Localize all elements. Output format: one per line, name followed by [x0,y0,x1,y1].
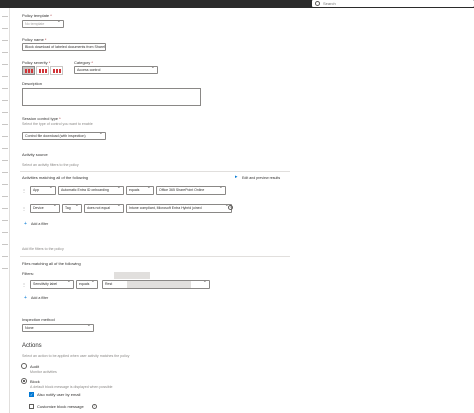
filter-label-field[interactable]: Sensitivity label [30,280,74,289]
session-control-label: Session control type * [22,116,61,121]
rail-tick [2,52,8,53]
severity-bar [41,68,44,73]
severity-bar [52,68,55,73]
block-description: A default block message is displayed whe… [30,385,113,389]
audit-radio[interactable] [21,363,27,369]
drag-handle-icon[interactable]: ⋮ [22,188,26,193]
policy-name-input[interactable]: Block download of labeled documents from… [22,43,106,51]
policy-name-label: Policy name * [22,37,47,42]
block-radio[interactable] [21,378,27,384]
filter-app-operator[interactable]: equals [126,186,154,195]
customize-checkbox[interactable] [29,404,34,409]
severity-bar [30,68,33,73]
block-label: Block [30,379,40,384]
activities-match-label: Activities matching all of the following [22,175,89,180]
rail-tick [2,196,8,197]
description-label: Description [22,81,43,86]
rail-tick [2,184,8,185]
severity-bar [44,68,47,73]
edit-preview-link[interactable]: Edit and preview results [242,176,280,180]
severity-medium-button[interactable] [36,66,49,75]
redacted-block [127,281,191,288]
add-icon: + [24,295,27,301]
filter-app-property[interactable]: Automatic Entra ID onboarding [58,186,124,195]
policy-template-label: Policy template * [22,13,52,18]
rail-tick [2,220,8,221]
preview-icon: ▸ [235,174,238,180]
filter-device-field[interactable]: Device [30,204,60,213]
rail-tick [2,40,8,41]
filters-label: Filters: [22,271,34,276]
rail-tick [2,148,8,149]
rail-tick [2,160,8,161]
category-dropdown[interactable]: Access control [74,66,158,74]
rail-tick [2,268,8,269]
activity-source-hint: Select an activity filters to the policy [22,163,79,167]
policy-severity-label: Policy severity * [22,60,51,65]
rail-tick [2,112,8,113]
audit-description: Monitor activities [30,370,57,374]
severity-bar [55,68,58,73]
inspection-dropdown[interactable]: None [22,324,94,332]
rail-tick [2,124,8,125]
drag-handle-icon[interactable]: ⋮ [22,282,26,287]
filter-app-field[interactable]: App [30,186,56,195]
customize-label: Customize block message [37,404,84,409]
notify-checkbox[interactable]: ✓ [29,392,34,397]
add-file-filter-link[interactable]: Add a filter [31,296,48,300]
drag-handle-icon[interactable]: ⋮ [22,206,26,211]
filter-device-property[interactable]: Tag [62,204,82,213]
search-icon [315,1,320,6]
category-label: Category * [74,60,93,65]
rail-tick [2,64,8,65]
audit-label: Audit [30,364,40,369]
filter-label-operator[interactable]: equals [76,280,98,289]
inspection-label: Inspection method [22,317,55,322]
actions-heading: Actions [22,343,42,349]
info-icon[interactable]: i [92,404,97,409]
notify-label: Also notify user by email [37,392,81,397]
filter-app-value[interactable]: Office 365 SharePoint Online [156,186,226,195]
add-icon: + [24,221,27,227]
description-textarea[interactable] [22,88,201,106]
session-control-hint: Select the type of control you want to e… [22,122,93,126]
remove-filter-icon[interactable]: × [228,205,233,210]
rail-tick [2,136,8,137]
filter-label-value-text: Rest [105,282,113,286]
redacted-block [114,272,150,279]
files-match-label: Files matching all of the following [22,261,81,266]
rail-tick [2,16,8,17]
rail-tick [2,100,8,101]
actions-hint: Select an action to be applied when user… [22,354,130,358]
session-control-dropdown[interactable]: Control file download (with inspection) [22,132,106,140]
severity-bar [38,68,41,73]
file-filters-hint: Add file filters to the policy [22,247,64,251]
rail-tick [2,232,8,233]
policy-form: Policy template * No template Policy nam… [12,8,474,413]
divider [20,256,290,257]
rail-tick [2,172,8,173]
divider [20,171,290,172]
activity-source-heading: Activity source [22,152,48,157]
left-rail [0,8,10,413]
rail-tick [2,76,8,77]
severity-high-button[interactable] [50,66,63,75]
policy-template-dropdown[interactable]: No template [22,20,64,28]
severity-bar [27,68,30,73]
search-box[interactable] [312,0,474,7]
rail-tick [2,256,8,257]
filter-device-value[interactable]: Intune compliant, Microsoft Entra Hybrid… [126,204,232,213]
rail-tick [2,208,8,209]
rail-tick [2,88,8,89]
filter-device-operator[interactable]: does not equal [84,204,124,213]
severity-bar [58,68,61,73]
severity-low-button[interactable] [22,66,35,75]
severity-bar [24,68,27,73]
rail-tick [2,244,8,245]
rail-tick [2,28,8,29]
search-input[interactable] [323,0,453,7]
add-activity-filter-link[interactable]: Add a filter [31,222,48,226]
